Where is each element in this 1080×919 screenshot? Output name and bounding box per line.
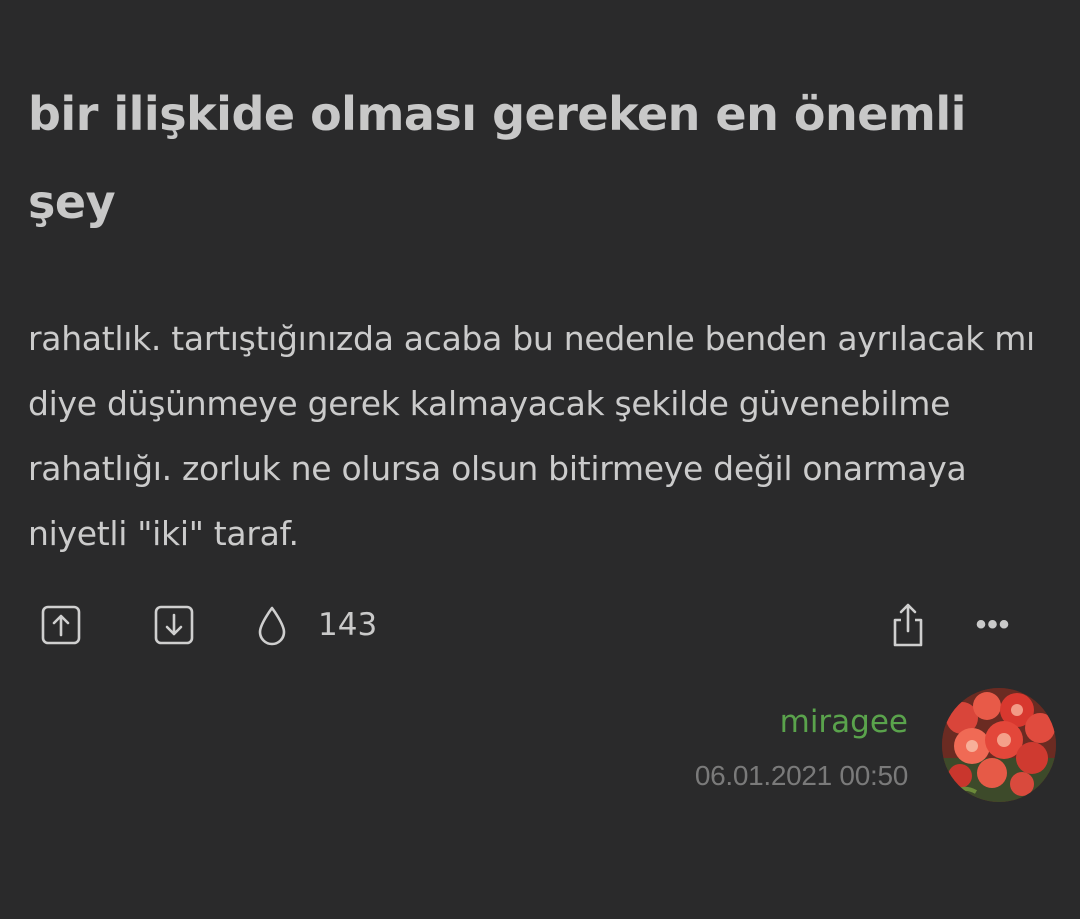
more-options-button[interactable]: ••• [968,604,1018,646]
drop-icon [258,606,286,646]
upvote-button[interactable] [40,604,82,646]
share-button[interactable] [886,600,930,650]
downvote-button[interactable] [153,604,195,646]
entry-body: rahatlık. tartıştığınızda acaba bu neden… [28,319,1035,553]
arrow-down-box-icon [154,605,194,645]
author-name[interactable]: miragee [780,700,908,744]
avatar[interactable] [942,688,1056,802]
favorite-drop-button[interactable] [254,604,290,646]
arrow-up-box-icon [41,605,81,645]
share-icon [893,603,923,647]
entry-actions-bar: 143 ••• [0,598,1080,654]
favorite-count[interactable]: 143 [318,603,377,647]
entry-title[interactable]: bir ilişkide olması gereken en önemli şe… [28,70,1028,246]
flower-avatar-image [942,688,1056,802]
entry-date[interactable]: 06.01.2021 00:50 [695,756,908,796]
entry-page: bir ilişkide olması gereken en önemli şe… [0,0,1080,919]
